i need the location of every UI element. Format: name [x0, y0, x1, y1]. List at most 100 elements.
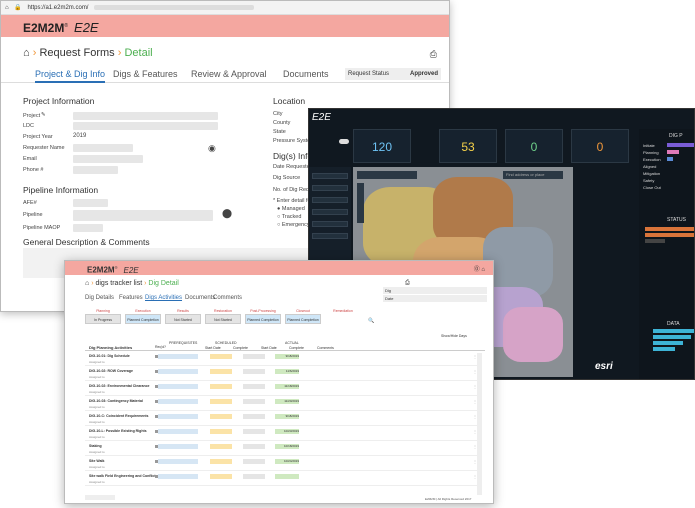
- kpi-card-2[interactable]: 53: [439, 129, 497, 163]
- actual-start-cell[interactable]: [243, 384, 265, 389]
- actual-start-cell[interactable]: [243, 414, 265, 419]
- prereq-cell[interactable]: [158, 354, 198, 359]
- actual-complete-cell[interactable]: 11/20/2019: [275, 399, 299, 404]
- table-row[interactable]: DIG-10-01: Dig Schedule Assigned to 9/18/2…: [85, 353, 478, 366]
- tab-digs-features[interactable]: Digs & Features: [113, 69, 178, 79]
- table-row[interactable]: Site Walk Assigned to 10/24/2019 ⋮: [85, 458, 478, 471]
- actual-start-cell[interactable]: [243, 429, 265, 434]
- printer-icon[interactable]: ⎙: [430, 49, 437, 60]
- crumb-request-forms[interactable]: Request Forms: [39, 47, 114, 59]
- phase-planning[interactable]: Planning In Progress: [85, 309, 121, 327]
- actual-complete-cell[interactable]: 9/18/2019: [275, 414, 299, 419]
- phase-execution[interactable]: Execution Planned Completion: [125, 309, 161, 327]
- prereq-cell[interactable]: [158, 459, 198, 464]
- filter-select[interactable]: [312, 185, 348, 191]
- actual-start-cell[interactable]: [243, 474, 265, 479]
- printer-icon[interactable]: ⎙: [405, 280, 410, 287]
- prereq-cell[interactable]: [158, 369, 198, 374]
- prereq-cell[interactable]: [158, 399, 198, 404]
- actual-complete-cell[interactable]: 9/18/2019: [275, 354, 299, 359]
- home-icon[interactable]: ⌂: [85, 280, 89, 287]
- map-search-input[interactable]: Find address or place: [503, 171, 563, 179]
- scheduled-cell[interactable]: [210, 414, 232, 419]
- email-field[interactable]: [73, 155, 143, 163]
- filter-select[interactable]: [312, 233, 348, 239]
- tab-project-dig-info[interactable]: Project & Dig Info: [35, 69, 106, 83]
- pipeline-field[interactable]: [73, 210, 213, 221]
- tab-comments[interactable]: Comments: [213, 295, 242, 301]
- tab-documents[interactable]: Documents: [185, 295, 215, 301]
- tab-features[interactable]: Features: [119, 295, 143, 301]
- tab-documents[interactable]: Documents: [283, 69, 329, 79]
- browser-url-bar[interactable]: ⌂ 🔒 https://a1.e2m2m.com/: [1, 1, 449, 15]
- scheduled-cell[interactable]: [210, 399, 232, 404]
- actual-start-cell[interactable]: [243, 444, 265, 449]
- toggle-switch[interactable]: [339, 139, 349, 144]
- scheduled-cell[interactable]: [210, 354, 232, 359]
- filter-select[interactable]: [312, 221, 348, 227]
- edit-icon[interactable]: ✎: [41, 112, 46, 118]
- actual-start-cell[interactable]: [243, 399, 265, 404]
- scheduled-cell[interactable]: [210, 369, 232, 374]
- header-icons[interactable]: ⓪ ⌂: [474, 264, 485, 273]
- kpi-card-1[interactable]: 120: [353, 129, 411, 163]
- actual-complete-cell[interactable]: 11/18/2019: [275, 384, 299, 389]
- home-icon[interactable]: ⌂: [23, 47, 30, 59]
- scheduled-cell[interactable]: [210, 384, 232, 389]
- filter-select[interactable]: [312, 173, 348, 179]
- url-text[interactable]: https://a1.e2m2m.com/: [27, 5, 88, 11]
- actual-complete-cell[interactable]: [275, 474, 299, 479]
- map-toolbar[interactable]: [357, 171, 417, 179]
- actual-complete-cell[interactable]: 10/18/2019: [275, 444, 299, 449]
- table-row[interactable]: Site walk Field Engineering and Conflict…: [85, 473, 478, 486]
- kpi-card-4[interactable]: 0: [571, 129, 629, 163]
- crumb-digs-tracker[interactable]: digs tracker list: [95, 280, 142, 287]
- table-row[interactable]: DIG-10-02: ROW Coverage Assigned to 11/6/2…: [85, 368, 478, 381]
- tab-dig-details[interactable]: Dig Details: [85, 295, 114, 301]
- kpi-card-3[interactable]: 0: [505, 129, 563, 163]
- phase-results[interactable]: Results Not Started: [165, 309, 201, 327]
- actual-start-cell[interactable]: [243, 459, 265, 464]
- prereq-cell[interactable]: [158, 444, 198, 449]
- tab-review-approval[interactable]: Review & Approval: [191, 69, 267, 79]
- person-icon[interactable]: ◉: [208, 143, 216, 154]
- actual-complete-cell[interactable]: 10/23/2019: [275, 429, 299, 434]
- table-scrollbar[interactable]: [477, 353, 482, 495]
- prereq-cell[interactable]: [158, 414, 198, 419]
- phase-post-processing[interactable]: Post-Processing Planned Completion: [245, 309, 281, 327]
- table-row[interactable]: DIG-10-L: Possible Existing Rights Assign…: [85, 428, 478, 441]
- table-row[interactable]: DIG-10-03: Contingency Material Assigned …: [85, 398, 478, 411]
- actual-complete-cell[interactable]: 10/24/2019: [275, 459, 299, 464]
- radio-tracked[interactable]: ○ Tracked: [277, 214, 301, 220]
- phase-closeout[interactable]: Closeout Planned Completion: [285, 309, 321, 327]
- table-row[interactable]: Staking Assigned to 10/18/2019 ⋮: [85, 443, 478, 456]
- scheduled-cell[interactable]: [210, 429, 232, 434]
- scheduled-cell[interactable]: [210, 459, 232, 464]
- map-pin-icon[interactable]: ⬤: [222, 208, 232, 219]
- filter-select[interactable]: [312, 197, 348, 203]
- afe-field[interactable]: [73, 199, 108, 207]
- scheduled-cell[interactable]: [210, 474, 232, 479]
- phase-restoration[interactable]: Restoration Not Started: [205, 309, 241, 327]
- actual-start-cell[interactable]: [243, 369, 265, 374]
- actual-start-cell[interactable]: [243, 354, 265, 359]
- home-icon[interactable]: ⌂: [5, 5, 9, 11]
- show-hide-days[interactable]: Show/Hide Days: [441, 334, 467, 338]
- prereq-cell[interactable]: [158, 474, 198, 479]
- filter-select[interactable]: [312, 209, 348, 215]
- table-row[interactable]: DIG-10-02: Environmental Clearance Assign…: [85, 383, 478, 396]
- phase-remediation[interactable]: Remediation: [325, 309, 361, 327]
- phone-field[interactable]: [73, 166, 118, 174]
- actual-complete-cell[interactable]: 11/6/2019: [275, 369, 299, 374]
- radio-managed[interactable]: ● Managed: [277, 206, 305, 212]
- table-row[interactable]: DIG-10-C: Coincident Requirements Assigne…: [85, 413, 478, 426]
- prereq-cell[interactable]: [158, 429, 198, 434]
- radio-emergency[interactable]: ○ Emergency: [277, 222, 310, 228]
- scheduled-cell[interactable]: [210, 444, 232, 449]
- tab-digs-activities[interactable]: Digs Activities: [145, 295, 182, 301]
- project-field[interactable]: [73, 112, 218, 120]
- map-zoom-controls[interactable]: [357, 183, 364, 223]
- requester-field[interactable]: [73, 144, 133, 152]
- search-icon[interactable]: 🔍: [368, 318, 374, 324]
- maop-field[interactable]: [73, 224, 103, 232]
